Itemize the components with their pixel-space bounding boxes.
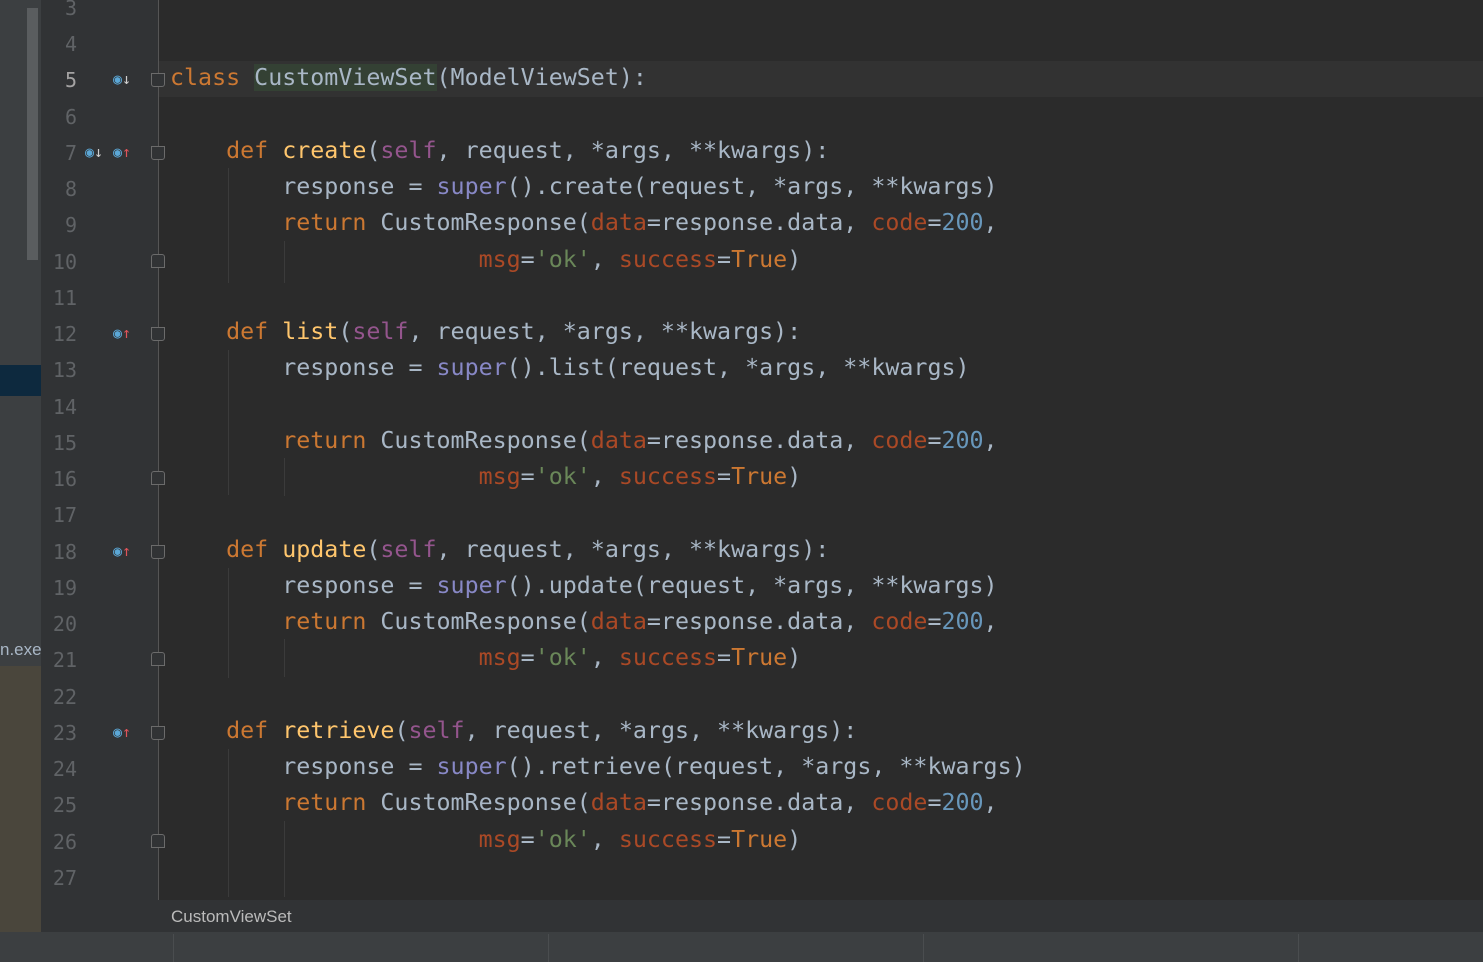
fold-marker-icon[interactable] [151, 146, 165, 160]
line-number: 8 [64, 177, 77, 201]
code-line[interactable]: return CustomResponse(data=response.data… [170, 789, 997, 816]
line-number: 7 [64, 141, 77, 165]
status-bar [0, 932, 1483, 962]
status-separator [173, 934, 174, 962]
override-up-icon[interactable]: ◉↑ [113, 323, 131, 343]
fold-marker-icon[interactable] [151, 545, 165, 559]
line-number: 3 [64, 0, 77, 20]
status-separator [923, 934, 924, 962]
code-line[interactable]: msg='ok', success=True) [170, 463, 802, 490]
code-line[interactable]: response = super().retrieve(request, *ar… [170, 753, 1025, 780]
line-number: 19 [52, 576, 77, 600]
fold-end-icon[interactable] [151, 471, 165, 485]
line-number: 27 [52, 866, 77, 890]
line-number: 26 [52, 830, 77, 854]
line-number: 24 [52, 757, 77, 781]
override-up-icon[interactable]: ◉↑ [113, 142, 131, 162]
line-number: 14 [52, 395, 77, 419]
override-up-icon[interactable]: ◉↑ [113, 541, 131, 561]
code-line[interactable]: return CustomResponse(data=response.data… [170, 608, 997, 635]
fold-marker-icon[interactable] [151, 73, 165, 87]
line-number: 17 [52, 503, 77, 527]
code-line[interactable]: response = super().create(request, *args… [170, 173, 997, 200]
line-number: 23 [52, 721, 77, 745]
panel-lower-area [0, 666, 41, 932]
code-line[interactable]: msg='ok', success=True) [170, 246, 802, 273]
code-line[interactable]: def create(self, request, *args, **kwarg… [170, 137, 829, 164]
line-number-current: 5 [64, 68, 77, 92]
line-number: 20 [52, 612, 77, 636]
fold-marker-icon[interactable] [151, 726, 165, 740]
line-number: 22 [52, 685, 77, 709]
panel-exe-label: n.exe [0, 640, 42, 659]
code-line[interactable]: def update(self, request, *args, **kwarg… [170, 536, 829, 563]
override-up-icon[interactable]: ◉↑ [113, 722, 131, 742]
override-down-icon[interactable]: ◉↓ [113, 69, 131, 89]
line-number: 12 [52, 322, 77, 346]
line-number: 9 [64, 213, 77, 237]
fold-end-icon[interactable] [151, 254, 165, 268]
line-number: 6 [64, 105, 77, 129]
status-separator [548, 934, 549, 962]
line-number: 21 [52, 648, 77, 672]
line-number: 16 [52, 467, 77, 491]
code-line[interactable]: return CustomResponse(data=response.data… [170, 427, 997, 454]
code-line[interactable]: msg='ok', success=True) [170, 826, 802, 853]
fold-marker-icon[interactable] [151, 327, 165, 341]
override-down-icon[interactable]: ◉↓ [85, 142, 103, 162]
line-number: 4 [64, 32, 77, 56]
code-line[interactable]: return CustomResponse(data=response.data… [170, 209, 997, 236]
line-number: 11 [52, 286, 77, 310]
fold-end-icon[interactable] [151, 652, 165, 666]
panel-scrollbar[interactable] [27, 8, 38, 260]
line-number: 13 [52, 358, 77, 382]
line-number: 18 [52, 540, 77, 564]
line-number: 10 [52, 250, 77, 274]
code-line[interactable]: response = super().update(request, *args… [170, 572, 997, 599]
code-line[interactable]: msg='ok', success=True) [170, 644, 802, 671]
code-line[interactable]: def retrieve(self, request, *args, **kwa… [170, 717, 857, 744]
breadcrumb[interactable]: CustomViewSet [171, 907, 292, 927]
line-number: 15 [52, 431, 77, 455]
line-number: 25 [52, 793, 77, 817]
code-line[interactable]: def list(self, request, *args, **kwargs)… [170, 318, 801, 345]
status-separator [1298, 934, 1299, 962]
code-line[interactable]: class CustomViewSet(ModelViewSet): [170, 64, 647, 91]
code-line[interactable]: response = super().list(request, *args, … [170, 354, 969, 381]
fold-end-icon[interactable] [151, 834, 165, 848]
panel-selected-item[interactable] [0, 365, 41, 396]
gutter-divider [158, 0, 159, 900]
